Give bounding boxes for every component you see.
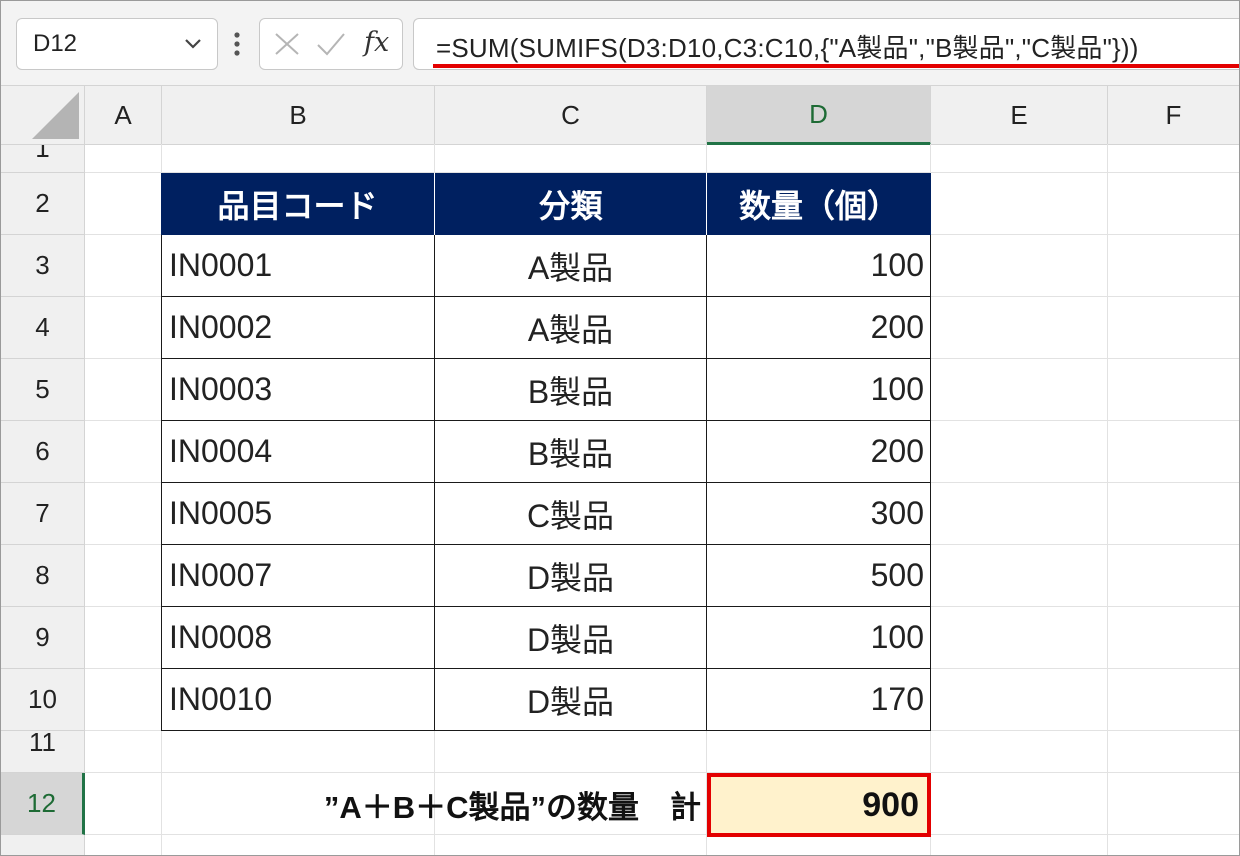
name-box-value: D12 (33, 30, 78, 57)
table-cell-quantity[interactable]: 100 (707, 607, 931, 669)
row-header-1-label: 1 (35, 145, 50, 163)
table-cell-quantity[interactable]: 500 (707, 545, 931, 607)
table-cell-category[interactable]: B製品 (435, 421, 707, 483)
row-header-7[interactable]: 7 (1, 483, 85, 545)
insert-function-icon[interactable]: fx (364, 27, 389, 58)
cancel-icon[interactable] (274, 32, 300, 56)
formula-actions: fx (259, 18, 403, 70)
select-all-triangle-icon (32, 92, 79, 139)
table-cell-quantity[interactable]: 170 (707, 669, 931, 731)
formula-text: =SUM(SUMIFS(D3:D10,C3:C10,{"A製品","B製品","… (436, 33, 1139, 63)
table-cell-code[interactable]: IN0002 (161, 297, 435, 359)
more-options-icon[interactable] (233, 27, 241, 61)
row-header-9[interactable]: 9 (1, 607, 85, 669)
table-cell-quantity[interactable]: 200 (707, 421, 931, 483)
table-cell-category[interactable]: D製品 (435, 607, 707, 669)
table-header-category[interactable]: 分類 (435, 173, 707, 235)
table-header-item-code[interactable]: 品目コード (161, 173, 435, 235)
row-header-3[interactable]: 3 (1, 235, 85, 297)
chevron-down-icon[interactable] (181, 31, 205, 55)
column-header-f[interactable]: F (1108, 86, 1239, 145)
table-cell-quantity[interactable]: 300 (707, 483, 931, 545)
formula-bar: D12 fx =SUM(SUMIFS(D3:D10,C3:C10,{"A製品",… (1, 1, 1239, 86)
formula-highlight-underline (433, 64, 1239, 68)
column-header-c[interactable]: C (435, 86, 707, 145)
table-cell-category[interactable]: D製品 (435, 545, 707, 607)
row-header-4[interactable]: 4 (1, 297, 85, 359)
table-cell-category[interactable]: A製品 (435, 297, 707, 359)
row-header-6[interactable]: 6 (1, 421, 85, 483)
excel-window: D12 fx =SUM(SUMIFS(D3:D10,C3:C10,{"A製品",… (0, 0, 1240, 856)
column-header-d[interactable]: D (707, 86, 931, 145)
total-label: ”A＋B＋C製品”の数量 計 (323, 789, 701, 825)
table-cell-category[interactable]: A製品 (435, 235, 707, 297)
table-cell-code[interactable]: IN0004 (161, 421, 435, 483)
table-header-quantity[interactable]: 数量（個） (707, 173, 931, 235)
row-header-11-label: 11 (29, 731, 56, 757)
total-value-cell[interactable]: 900 (707, 773, 931, 837)
row-header-12[interactable]: 12 (1, 773, 85, 835)
row-header-2[interactable]: 2 (1, 173, 85, 235)
row-header-11[interactable]: 11 (1, 731, 85, 773)
table-cell-quantity[interactable]: 100 (707, 235, 931, 297)
row-header-13[interactable] (1, 835, 85, 855)
table-cell-quantity[interactable]: 100 (707, 359, 931, 421)
row-header-1[interactable]: 1 (1, 145, 85, 173)
table-cell-code[interactable]: IN0005 (161, 483, 435, 545)
select-all-corner[interactable] (1, 86, 85, 145)
table-cell-category[interactable]: C製品 (435, 483, 707, 545)
row-header-10[interactable]: 10 (1, 669, 85, 731)
table-cell-code[interactable]: IN0010 (161, 669, 435, 731)
column-header-b[interactable]: B (162, 86, 435, 145)
enter-check-icon[interactable] (316, 32, 346, 56)
table-cell-code[interactable]: IN0003 (161, 359, 435, 421)
table-cell-code[interactable]: IN0001 (161, 235, 435, 297)
table-cell-quantity[interactable]: 200 (707, 297, 931, 359)
column-header-e[interactable]: E (931, 86, 1108, 145)
table-cell-code[interactable]: IN0008 (161, 607, 435, 669)
table-cell-code[interactable]: IN0007 (161, 545, 435, 607)
name-box[interactable]: D12 (16, 18, 218, 70)
gridline (1107, 144, 1108, 855)
formula-input[interactable]: =SUM(SUMIFS(D3:D10,C3:C10,{"A製品","B製品","… (413, 18, 1239, 70)
table-cell-category[interactable]: D製品 (435, 669, 707, 731)
column-header-a[interactable]: A (85, 86, 162, 145)
table-cell-category[interactable]: B製品 (435, 359, 707, 421)
row-header-8[interactable]: 8 (1, 545, 85, 607)
row-header-5[interactable]: 5 (1, 359, 85, 421)
